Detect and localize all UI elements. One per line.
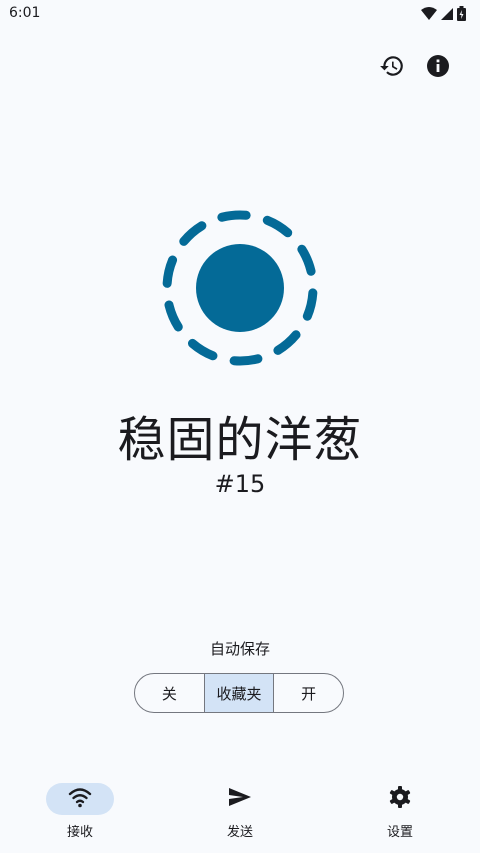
info-icon [426, 54, 450, 82]
autosave-option-favorites[interactable]: 收藏夹 [203, 674, 274, 712]
device-number: #15 [214, 470, 266, 498]
receive-status-indicator [158, 206, 322, 370]
autosave-segmented-control: 关 收藏夹 开 [134, 673, 344, 713]
nav-pill-send [206, 783, 274, 815]
status-bar: 6:01 [0, 0, 480, 28]
battery-icon [457, 6, 466, 25]
nav-pill-settings [366, 783, 434, 815]
nav-label-send: 发送 [226, 825, 253, 840]
gear-icon [388, 785, 412, 813]
history-button[interactable] [378, 54, 406, 82]
send-icon [228, 786, 252, 812]
wifi-signal-icon [421, 6, 437, 25]
autosave-option-on[interactable]: 开 [273, 674, 343, 712]
cell-signal-icon [440, 6, 454, 25]
history-icon [379, 53, 405, 83]
info-button[interactable] [424, 54, 452, 82]
top-actions [378, 54, 452, 82]
bottom-nav: 接收 发送 设置 [0, 775, 480, 853]
status-time: 6:01 [9, 5, 41, 21]
autosave-option-off[interactable]: 关 [135, 674, 204, 712]
nav-item-receive[interactable]: 接收 [0, 775, 160, 853]
device-name: 稳固的洋葱 [117, 412, 363, 468]
autosave-label: 自动保存 [209, 640, 270, 658]
nav-label-receive: 接收 [66, 825, 93, 840]
wifi-icon [68, 786, 92, 812]
nav-pill-receive [46, 783, 114, 815]
nav-item-settings[interactable]: 设置 [320, 775, 480, 853]
nav-label-settings: 设置 [386, 825, 413, 840]
nav-item-send[interactable]: 发送 [160, 775, 320, 853]
status-icons [421, 6, 466, 25]
